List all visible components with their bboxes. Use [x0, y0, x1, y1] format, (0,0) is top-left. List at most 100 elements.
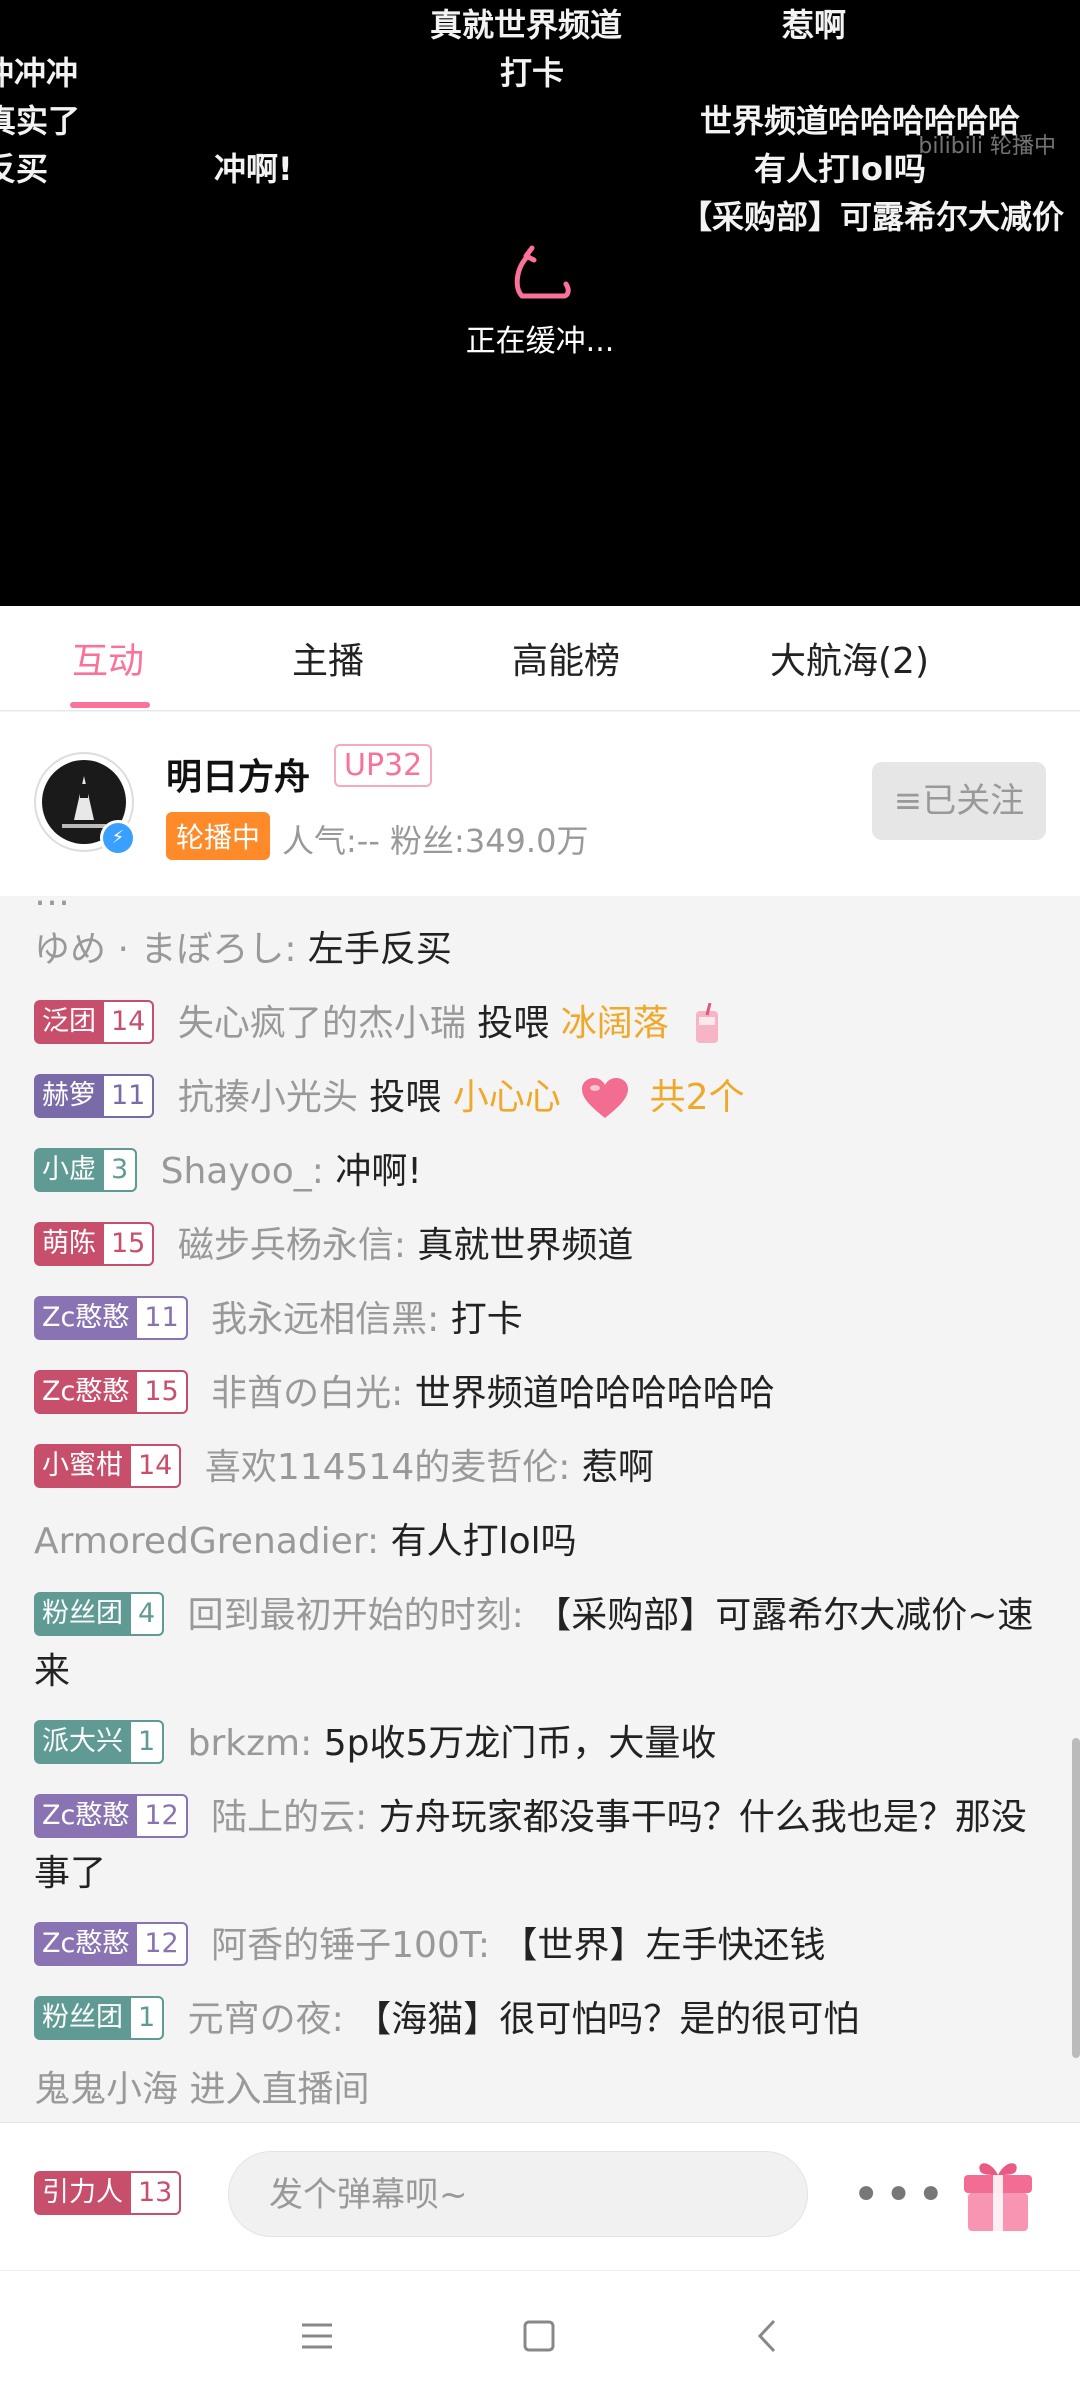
chat-username[interactable]: 非酋の白光: — [211, 1373, 403, 1414]
medal-level: 15 — [137, 1370, 188, 1414]
more-options-button[interactable]: ••• — [852, 2167, 949, 2223]
medal-name: 小虚 — [42, 1154, 96, 1185]
medal-name: 引力人 — [42, 2177, 123, 2208]
fan-medal[interactable]: 小虚 3 — [34, 1148, 138, 1192]
chat-username[interactable]: 抗揍小光头 — [178, 1077, 358, 1118]
chat-line: ゆめ · まぼろし: 左手反买 — [34, 922, 1044, 978]
medal-name: 粉丝团 — [42, 2002, 123, 2033]
fan-medal[interactable]: Zc憨憨 11 — [34, 1296, 188, 1340]
chat-list[interactable]: … ゆめ · まぼろし: 左手反买 泛团14 失心疯了的杰小瑞 投喂 冰阔落 赫… — [0, 896, 1080, 2122]
tab-streamer[interactable]: 主播 — [292, 632, 364, 684]
chat-scrollbar[interactable] — [1072, 1738, 1080, 2058]
chat-message: 【海猫】很可怕吗？是的很可怕 — [355, 1999, 860, 2040]
medal-level: 4 — [131, 1592, 165, 1636]
medal-name: Zc憨憨 — [42, 1928, 130, 1959]
entry-message: 进入直播间 — [189, 2069, 370, 2110]
chat-username[interactable]: 鬼鬼小海 — [34, 2069, 178, 2110]
menu-nav-icon[interactable] — [292, 2311, 342, 2361]
chat-message: 惹啊 — [581, 1447, 654, 1488]
medal-level: 11 — [137, 1296, 188, 1340]
tab-rank[interactable]: 高能榜 — [512, 632, 620, 684]
fan-medal[interactable]: 泛团 14 — [34, 1000, 155, 1044]
video-player[interactable]: 真就世界频道 惹啊 冲冲冲 打卡 真实了 世界频道哈哈哈哈哈哈 反买 冲啊! 有… — [0, 0, 1080, 606]
chat-line-partial: … — [34, 896, 1044, 922]
chat-line: 小蜜柑 14 喜欢114514的麦哲伦: 惹啊 — [34, 1440, 1044, 1496]
medal-level: 14 — [131, 1444, 182, 1488]
chat-line-entry: 鬼鬼小海 进入直播间 — [34, 2062, 1044, 2118]
fan-medal[interactable]: 粉丝团 1 — [34, 1996, 165, 2040]
chat-username[interactable]: ゆめ · まぼろし: — [34, 929, 296, 970]
follow-button[interactable]: ≡已关注 — [872, 762, 1046, 840]
gift-action: 投喂 — [477, 1003, 550, 1044]
medal-level: 11 — [104, 1074, 155, 1118]
fan-medal[interactable]: 萌陈 15 — [34, 1222, 155, 1266]
danmaku: 真实了 — [0, 102, 81, 140]
tab-interaction[interactable]: 互动 — [72, 632, 144, 684]
fan-medal[interactable]: Zc憨憨 12 — [34, 1922, 188, 1966]
chat-username[interactable]: 磁步兵杨永信: — [178, 1225, 406, 1266]
medal-level: 3 — [104, 1148, 138, 1192]
chat-line: Zc憨憨 15 非酋の白光: 世界频道哈哈哈哈哈哈 — [34, 1366, 1044, 1422]
gift-action: 投喂 — [369, 1077, 442, 1118]
tab-bar: 互动 主播 高能榜 大航海(2) — [0, 606, 1080, 711]
home-nav-icon[interactable] — [514, 2311, 564, 2361]
chat-username[interactable]: brkzm: — [188, 1723, 313, 1764]
gift-count: 共2个 — [649, 1077, 745, 1118]
medal-level: 14 — [104, 1000, 155, 1044]
chat-message: 冲啊! — [335, 1151, 422, 1192]
back-nav-icon[interactable] — [744, 2311, 794, 2361]
fan-medal[interactable]: Zc憨憨 15 — [34, 1370, 188, 1414]
chat-username[interactable]: 喜欢114514的麦哲伦: — [205, 1447, 571, 1488]
medal-name: 泛团 — [42, 1006, 96, 1037]
chat-message: 左手反买 — [307, 929, 452, 970]
chat-line: 派大兴 1 brkzm: 5p收5万龙门币，大量收 — [34, 1716, 1044, 1772]
chat-username[interactable]: 陆上的云: — [211, 1797, 367, 1838]
chat-line-gift: 赫箩 11 抗揍小光头 投喂 小心心 共2个 — [34, 1070, 1044, 1126]
chat-line: 小虚 3 Shayoo_: 冲啊! — [34, 1144, 1044, 1200]
danmaku: 有人打lol吗 — [754, 150, 926, 188]
chat-line: Zc憨憨 12 陆上的云: 方舟玩家都没事干吗？什么我也是？那没事了 — [34, 1790, 1044, 1902]
danmaku: 打卡 — [500, 54, 565, 92]
chat-username[interactable]: 元宵の夜: — [188, 1999, 344, 2040]
my-fan-medal[interactable]: 引力人 13 — [34, 2171, 182, 2215]
chat-message: 5p收5万龙门币，大量收 — [323, 1723, 717, 1764]
chat-line: 萌陈 15 磁步兵杨永信: 真就世界频道 — [34, 1218, 1044, 1274]
chat-username[interactable]: 回到最初开始的时刻: — [188, 1595, 524, 1636]
medal-level: 1 — [131, 1720, 165, 1764]
fan-medal[interactable]: 粉丝团 4 — [34, 1592, 165, 1636]
chat-line: ArmoredGrenadier: 有人打lol吗 — [34, 1514, 1044, 1570]
gift-name: 小心心 — [452, 1077, 561, 1118]
buffering-indicator: 正在缓冲... — [0, 244, 1080, 360]
ice-cola-gift-icon — [696, 1003, 719, 1043]
fan-medal[interactable]: 小蜜柑 14 — [34, 1444, 182, 1488]
tab-guard[interactable]: 大航海(2) — [770, 632, 929, 684]
medal-name: Zc憨憨 — [42, 1302, 130, 1333]
gift-name: 冰阔落 — [560, 1003, 669, 1044]
medal-name: 派大兴 — [42, 1726, 123, 1757]
danmaku: 冲啊! — [214, 150, 293, 188]
fan-medal[interactable]: 赫箩 11 — [34, 1074, 155, 1118]
chat-line: 粉丝团 1 元宵の夜: 【海猫】很可怕吗？是的很可怕 — [34, 1992, 1044, 2048]
medal-level: 15 — [104, 1222, 155, 1266]
chat-username[interactable]: ArmoredGrenadier: — [34, 1521, 379, 1562]
chat-message: 打卡 — [450, 1299, 523, 1340]
streamer-name[interactable]: 明日方舟 — [166, 748, 310, 800]
chat-line: Zc憨憨 12 阿香的锤子100T: 【世界】左手快还钱 — [34, 1918, 1044, 1974]
fan-medal[interactable]: Zc憨憨 12 — [34, 1794, 188, 1838]
danmaku-input[interactable]: 发个弹幕呗~ — [228, 2151, 808, 2237]
gift-icon[interactable] — [956, 2153, 1040, 2237]
fan-medal[interactable]: 派大兴 1 — [34, 1720, 165, 1764]
medal-name: Zc憨憨 — [42, 1800, 130, 1831]
bilibili-watermark: bilibili 轮播中 — [918, 134, 1056, 159]
buffer-icon — [514, 245, 571, 299]
heart-gift-icon — [582, 1078, 629, 1118]
chat-username[interactable]: 我永远相信黑: — [211, 1299, 439, 1340]
verify-icon: ⚡ — [100, 820, 136, 856]
streamer-stats: 人气:-- 粉丝:349.0万 — [282, 822, 589, 860]
chat-username[interactable]: 阿香的锤子100T: — [211, 1925, 490, 1966]
chat-line: Zc憨憨 11 我永远相信黑: 打卡 — [34, 1292, 1044, 1348]
buffering-text: 正在缓冲... — [465, 324, 615, 359]
chat-username[interactable]: 失心疯了的杰小瑞 — [178, 1003, 466, 1044]
chat-message: 有人打lol吗 — [390, 1521, 577, 1562]
chat-username[interactable]: Shayoo_: — [161, 1151, 324, 1192]
